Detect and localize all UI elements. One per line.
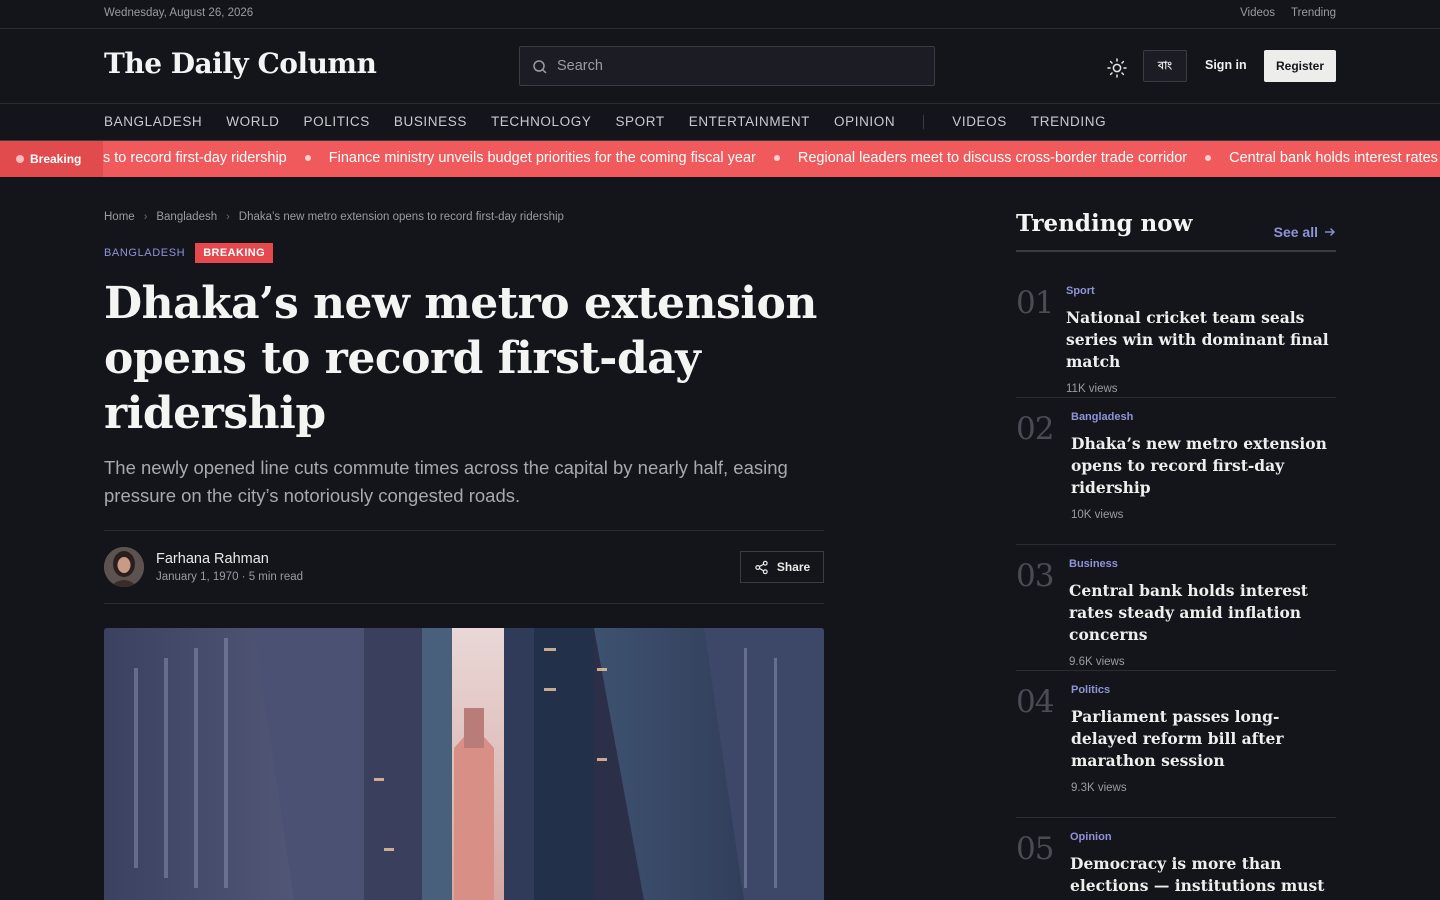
trending-rank: 05 — [1016, 831, 1054, 867]
trending-rank: 02 — [1016, 411, 1054, 447]
theme-toggle-sun-icon[interactable] — [1105, 56, 1129, 80]
trending-views: 9.6K views — [1069, 656, 1125, 668]
trending-rank: 01 — [1016, 285, 1054, 321]
breaking-label-text: Breaking — [30, 152, 82, 166]
trending-headline[interactable]: Central bank holds interest rates steady… — [1069, 580, 1336, 646]
share-label: Share — [776, 560, 811, 574]
ticker-item[interactable]: Regional leaders meet to discuss cross-b… — [798, 150, 1187, 166]
trending-item[interactable]: 05 Opinion Democracy is more than electi… — [1016, 831, 1336, 900]
see-all-label: See all — [1273, 224, 1318, 240]
trending-header: Trending now See all — [1016, 208, 1336, 252]
trending-item[interactable]: 03 Business Central bank holds interest … — [1016, 558, 1336, 671]
avatar-portrait-image — [104, 547, 144, 587]
search-icon — [533, 60, 547, 74]
nav-item-business[interactable]: BUSINESS — [394, 114, 467, 129]
trending-item[interactable]: 02 Bangladesh Dhaka’s new metro extensio… — [1016, 411, 1336, 545]
chevron-right-icon: › — [143, 211, 148, 223]
trending-category[interactable]: Opinion — [1070, 831, 1336, 843]
arrow-right-icon — [1325, 228, 1335, 236]
ticker-bullet-icon — [304, 155, 311, 161]
article-standfirst: The newly opened line cuts commute times… — [104, 457, 788, 506]
trending-headline[interactable]: Dhaka’s new metro extension opens to rec… — [1071, 433, 1336, 499]
trending-category[interactable]: Bangladesh — [1071, 411, 1336, 423]
breadcrumb: Home › Bangladesh › Dhaka’s new metro ex… — [104, 211, 564, 223]
author-avatar[interactable] — [104, 547, 144, 587]
trending-category[interactable]: Sport — [1066, 285, 1336, 297]
breadcrumb-section[interactable]: Bangladesh — [156, 211, 217, 223]
trending-headline[interactable]: National cricket team seals series win w… — [1066, 307, 1336, 373]
current-date: Wednesday, August 26, 2026 — [104, 7, 254, 19]
trending-views: 10K views — [1071, 509, 1124, 521]
nav-item-sport[interactable]: SPORT — [615, 114, 664, 129]
author-name[interactable]: Farhana Rahman — [156, 551, 269, 567]
site-logo[interactable]: The Daily Column — [104, 47, 377, 80]
trending-category[interactable]: Business — [1069, 558, 1336, 570]
signin-link[interactable]: Sign in — [1205, 58, 1247, 72]
site-header: The Daily Column Search বাং Sign in Regi… — [0, 29, 1440, 104]
search-box[interactable]: Search — [519, 46, 935, 86]
share-icon — [755, 560, 768, 574]
trending-rank: 03 — [1016, 558, 1054, 594]
trending-rank: 04 — [1016, 684, 1054, 720]
trending-headline[interactable]: Parliament passes long-delayed reform bi… — [1071, 706, 1336, 772]
trending-views: 11K views — [1066, 383, 1118, 395]
top-link-trending[interactable]: Trending — [1291, 7, 1336, 19]
top-bar: Wednesday, August 26, 2026 Videos Trendi… — [0, 0, 1440, 29]
city-skyline-image — [104, 628, 824, 900]
ticker-item[interactable]: Central bank holds interest rates steady… — [1229, 150, 1440, 166]
top-link-videos[interactable]: Videos — [1240, 7, 1275, 19]
breaking-label: Breaking — [0, 141, 103, 177]
article-meta: January 1, 1970 · 5 min read — [156, 571, 304, 583]
nav-item-opinion[interactable]: OPINION — [834, 114, 895, 129]
article-tags: BANGLADESH BREAKING — [104, 243, 274, 263]
search-input[interactable]: Search — [557, 58, 603, 74]
section-nav: BANGLADESH WORLD POLITICS BUSINESS TECHN… — [0, 104, 1440, 141]
see-all-link[interactable]: See all — [1274, 224, 1336, 240]
nav-item-bangladesh[interactable]: BANGLADESH — [104, 114, 202, 129]
ticker-bullet-icon — [773, 155, 780, 161]
ticker-item[interactable]: Finance ministry unveils budget prioriti… — [329, 150, 756, 166]
live-dot-icon — [16, 155, 24, 163]
nav-item-videos[interactable]: VIDEOS — [952, 114, 1007, 129]
ticker-track: s to record first-day ridership Finance … — [103, 150, 1440, 166]
nav-item-technology[interactable]: TECHNOLOGY — [491, 114, 592, 129]
article-byline: Farhana Rahman January 1, 1970 · 5 min r… — [104, 530, 824, 604]
trending-item[interactable]: 01 Sport National cricket team seals ser… — [1016, 285, 1336, 398]
register-button[interactable]: Register — [1264, 50, 1336, 82]
nav-divider — [923, 114, 925, 129]
share-button[interactable]: Share — [740, 551, 824, 583]
nav-item-world[interactable]: WORLD — [226, 114, 279, 129]
top-links: Videos Trending — [1240, 7, 1336, 19]
ticker-item[interactable]: s to record first-day ridership — [103, 150, 287, 166]
breadcrumb-home[interactable]: Home — [104, 211, 135, 223]
breaking-ticker: Breaking s to record first-day ridership… — [0, 141, 1440, 177]
ticker-bullet-icon — [1205, 155, 1212, 161]
article-hero-image — [104, 628, 824, 900]
breadcrumb-current: Dhaka’s new metro extension opens to rec… — [238, 211, 564, 223]
trending-item[interactable]: 04 Politics Parliament passes long-delay… — [1016, 684, 1336, 818]
nav-item-trending[interactable]: TRENDING — [1031, 114, 1106, 129]
breaking-badge: BREAKING — [195, 243, 274, 263]
category-tag[interactable]: BANGLADESH — [104, 247, 185, 259]
trending-category[interactable]: Politics — [1071, 684, 1336, 696]
article-headline: Dhaka’s new metro extension opens to rec… — [104, 278, 817, 439]
trending-title: Trending now — [1016, 210, 1193, 237]
chevron-right-icon: › — [226, 211, 230, 223]
nav-item-politics[interactable]: POLITICS — [304, 114, 370, 129]
nav-item-entertainment[interactable]: ENTERTAINMENT — [689, 114, 810, 129]
trending-headline[interactable]: Democracy is more than elections — insti… — [1070, 853, 1336, 900]
trending-views: 9.3K views — [1071, 782, 1127, 794]
language-toggle-button[interactable]: বাং — [1143, 50, 1187, 82]
